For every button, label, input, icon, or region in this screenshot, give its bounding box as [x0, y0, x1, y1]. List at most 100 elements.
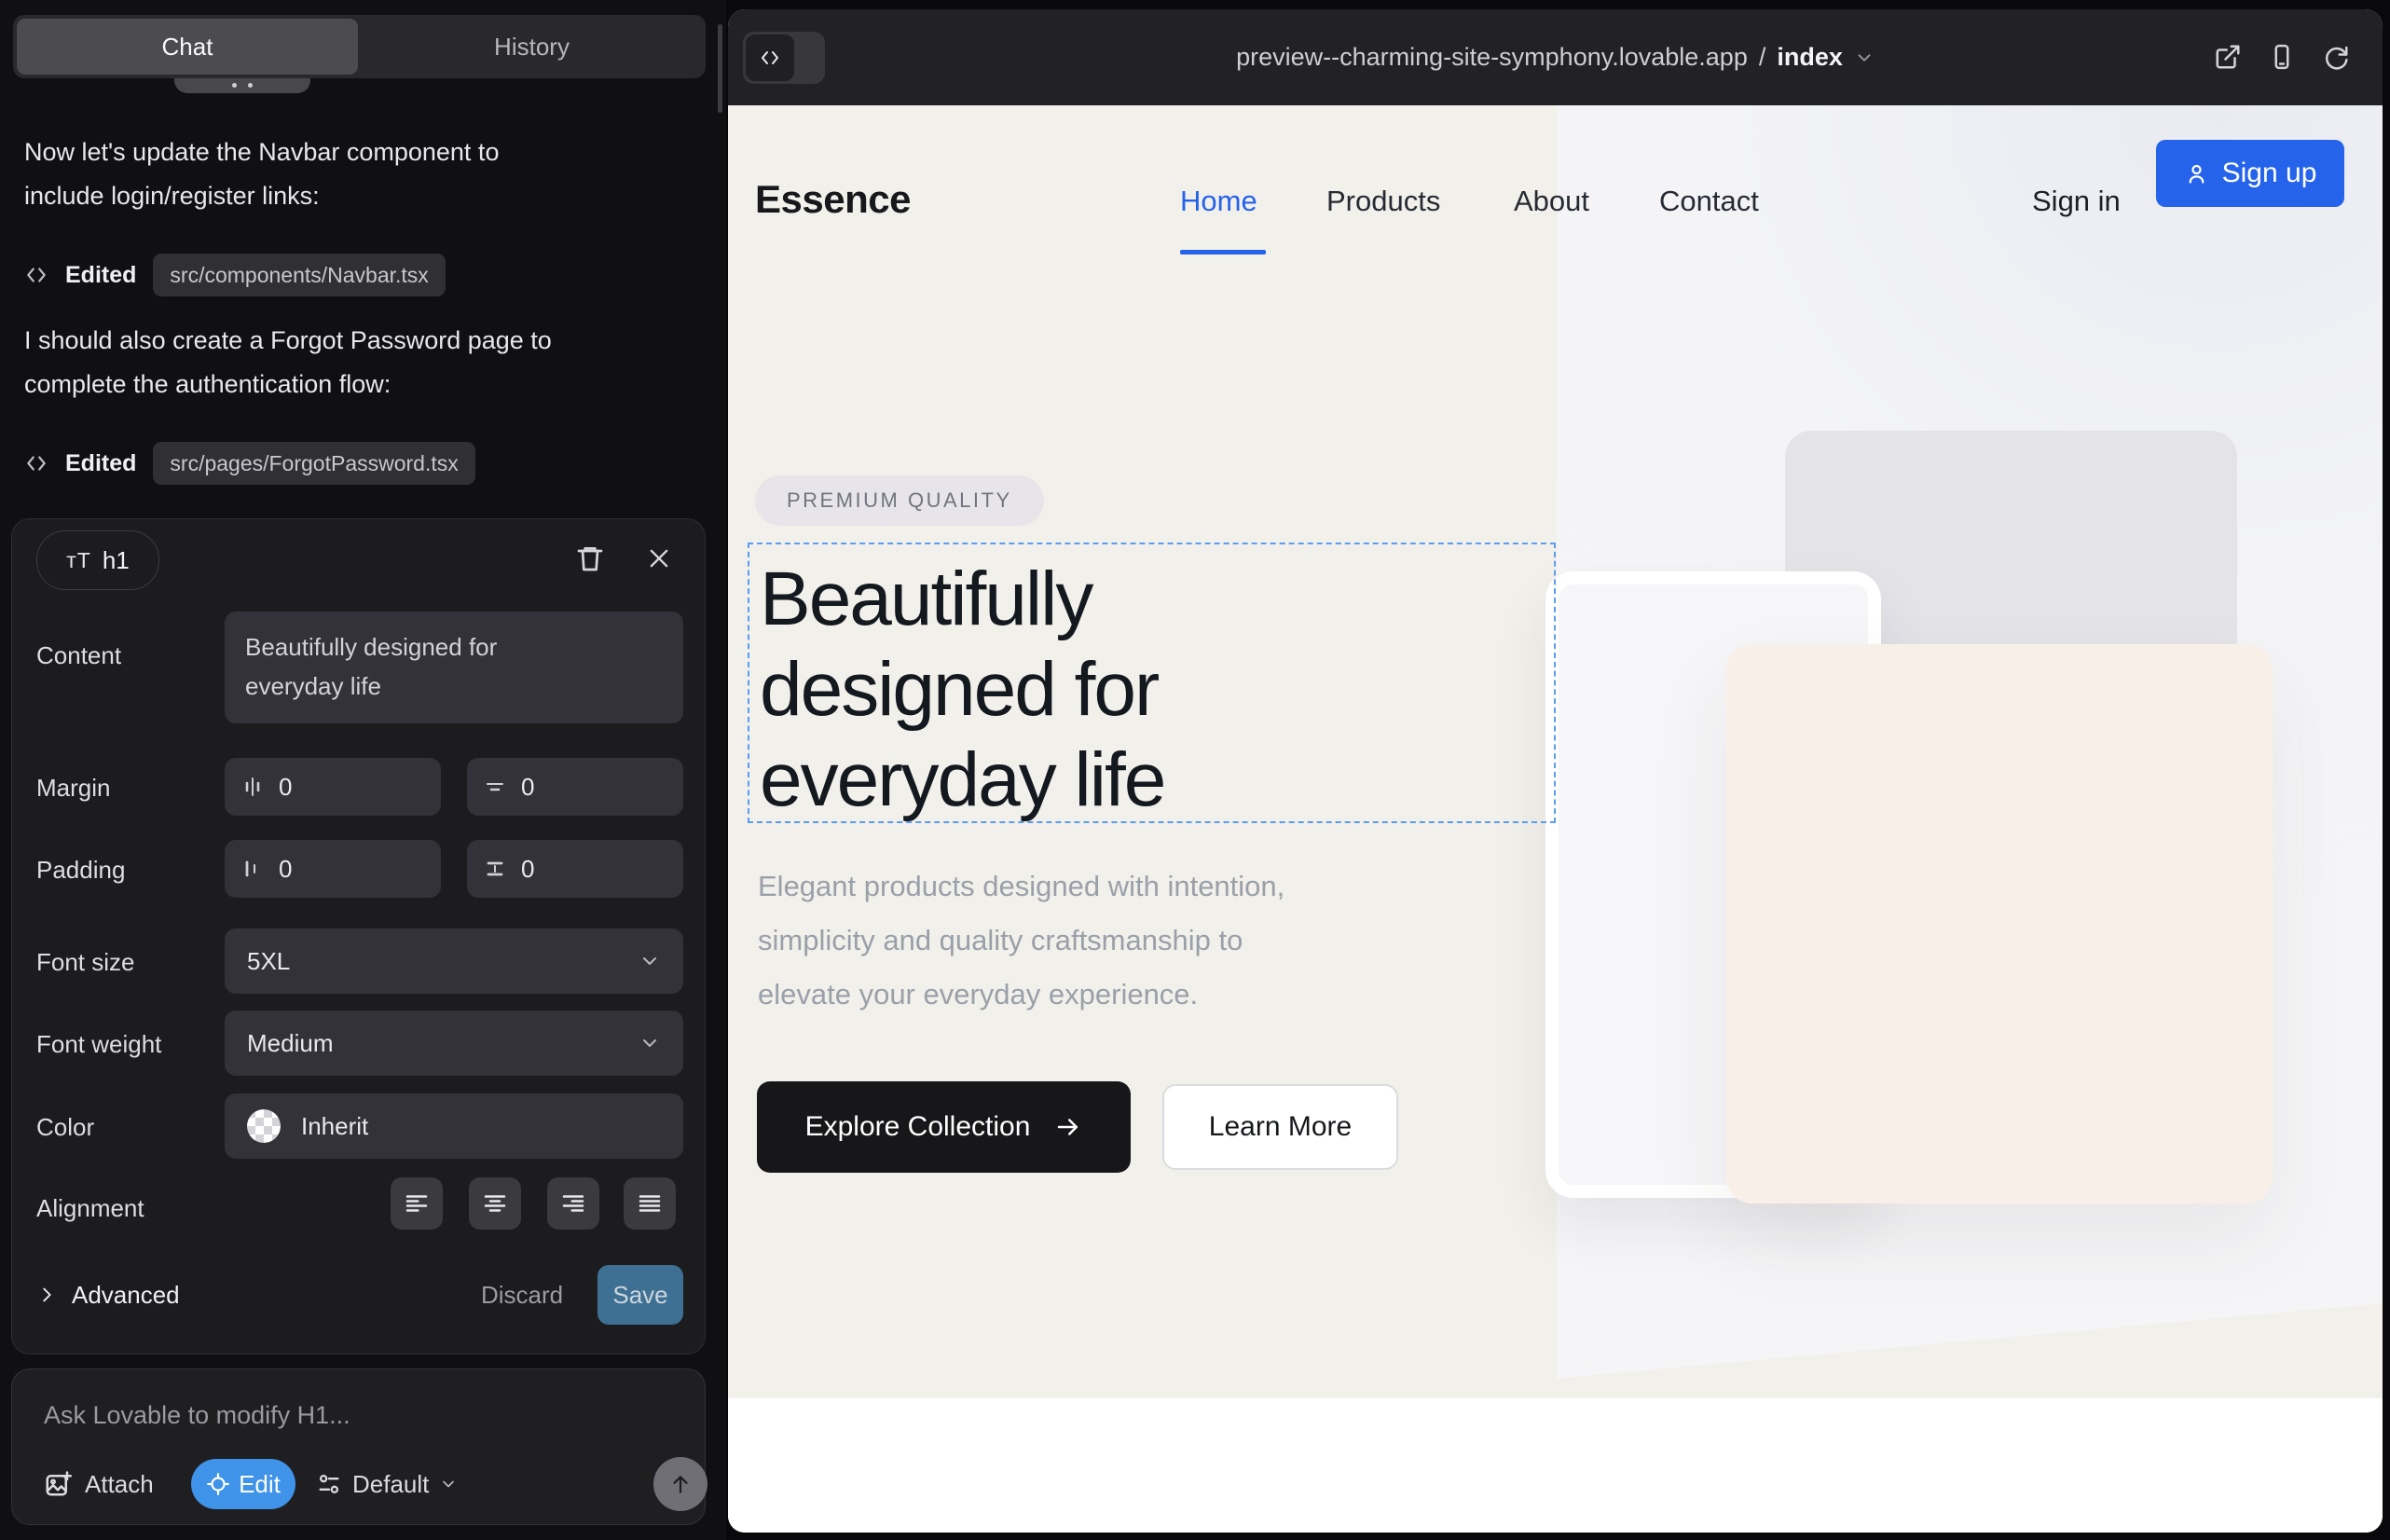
edited-file-row: Edited src/pages/ForgotPassword.tsx — [24, 442, 475, 485]
advanced-label: Advanced — [72, 1281, 180, 1310]
edited-file-chip[interactable]: src/pages/ForgotPassword.tsx — [153, 442, 474, 485]
hero-badge: PREMIUM QUALITY — [755, 475, 1044, 526]
refresh-icon — [2322, 43, 2350, 71]
sign-up-button[interactable]: Sign up — [2156, 140, 2344, 207]
margin-y-value: 0 — [521, 773, 534, 802]
app-root: Chat History Now let's update the Navbar… — [0, 0, 2390, 1540]
site-logo[interactable]: Essence — [755, 177, 911, 222]
open-in-new-tab-button[interactable] — [2214, 43, 2242, 71]
edited-file-chip[interactable]: src/components/Navbar.tsx — [153, 254, 445, 296]
assistant-message: Now let's update the Navbar component to… — [24, 131, 584, 218]
padding-vertical-icon — [484, 858, 506, 880]
chevron-right-icon — [36, 1285, 57, 1305]
attach-image-icon — [44, 1470, 72, 1498]
edited-label: Edited — [65, 262, 136, 289]
mobile-view-button[interactable] — [2268, 43, 2296, 71]
padding-y-value: 0 — [521, 855, 534, 884]
attach-button[interactable]: Attach — [44, 1459, 154, 1509]
code-view-toggle[interactable] — [743, 32, 825, 84]
mode-label: Default — [352, 1470, 429, 1499]
chevron-down-icon — [439, 1475, 458, 1493]
refresh-button[interactable] — [2322, 43, 2350, 71]
code-icon — [24, 263, 48, 287]
margin-horizontal-icon — [241, 776, 264, 798]
mode-select[interactable]: Default — [316, 1459, 458, 1509]
sliders-icon — [316, 1471, 342, 1497]
next-section-background — [728, 1398, 2383, 1533]
tab-chat[interactable]: Chat — [17, 19, 358, 75]
chat-history-tabbar: Chat History — [13, 15, 706, 78]
type-icon: тT — [66, 548, 91, 573]
margin-y-input[interactable]: 0 — [467, 758, 683, 816]
padding-y-input[interactable]: 0 — [467, 840, 683, 898]
nav-link-home[interactable]: Home — [1180, 185, 1257, 218]
hero-description-line: simplicity and quality craftsmanship to — [758, 914, 1284, 968]
edited-file-row: Edited src/components/Navbar.tsx — [24, 254, 446, 296]
assistant-message: I should also create a Forgot Password p… — [24, 319, 584, 406]
url-separator: / — [1759, 43, 1766, 72]
edit-label: Edit — [239, 1470, 281, 1499]
color-select[interactable]: Inherit — [225, 1093, 683, 1159]
margin-vertical-icon — [484, 776, 506, 798]
margin-label: Margin — [36, 774, 110, 803]
font-weight-label: Font weight — [36, 1030, 161, 1059]
font-size-select[interactable]: 5XL — [225, 928, 683, 994]
chat-panel: Chat History Now let's update the Navbar… — [0, 0, 726, 1540]
padding-label: Padding — [36, 856, 125, 885]
font-weight-select[interactable]: Medium — [225, 1011, 683, 1076]
edited-label: Edited — [65, 450, 136, 477]
align-center-button[interactable] — [469, 1177, 521, 1230]
element-tag: h1 — [103, 546, 130, 575]
content-label: Content — [36, 641, 121, 670]
padding-x-input[interactable]: 0 — [225, 840, 441, 898]
color-label: Color — [36, 1113, 94, 1142]
nav-link-about[interactable]: About — [1514, 185, 1589, 218]
selected-element-chip[interactable]: тT h1 — [36, 530, 159, 590]
url-host: preview--charming-site-symphony.lovable.… — [1236, 43, 1748, 72]
tab-history-label: History — [494, 33, 570, 62]
nav-link-products[interactable]: Products — [1326, 185, 1440, 218]
composer-input[interactable]: Ask Lovable to modify H1... — [44, 1401, 350, 1430]
element-editor-panel: тT h1 Content Beautifully designed for e… — [11, 518, 706, 1354]
send-button[interactable] — [653, 1457, 707, 1511]
close-panel-button[interactable] — [640, 540, 678, 577]
discard-button[interactable]: Discard — [481, 1265, 563, 1325]
sign-up-label: Sign up — [2222, 158, 2317, 189]
chat-scrollbar[interactable] — [718, 24, 722, 113]
padding-horizontal-icon — [241, 858, 264, 880]
color-value: Inherit — [301, 1112, 368, 1141]
font-size-value: 5XL — [247, 947, 290, 976]
color-swatch — [247, 1109, 281, 1143]
margin-x-value: 0 — [279, 773, 292, 802]
target-icon — [206, 1472, 230, 1496]
external-link-icon — [2214, 43, 2242, 71]
margin-x-input[interactable]: 0 — [225, 758, 441, 816]
align-left-button[interactable] — [391, 1177, 443, 1230]
tab-chat-label: Chat — [162, 33, 213, 62]
edit-mode-button[interactable]: Edit — [191, 1459, 295, 1509]
align-justify-button[interactable] — [624, 1177, 676, 1230]
dot — [232, 83, 237, 88]
explore-collection-button[interactable]: Explore Collection — [757, 1081, 1131, 1173]
content-input[interactable]: Beautifully designed for everyday life — [225, 612, 683, 723]
hero-description: Elegant products designed with intention… — [758, 859, 1284, 1022]
chevron-down-icon — [1854, 48, 1875, 68]
sign-in-link[interactable]: Sign in — [2032, 185, 2121, 218]
attach-label: Attach — [85, 1470, 154, 1499]
url-bar[interactable]: preview--charming-site-symphony.lovable.… — [728, 9, 2383, 105]
browser-chrome: preview--charming-site-symphony.lovable.… — [728, 9, 2383, 105]
user-icon — [2184, 161, 2209, 186]
save-button[interactable]: Save — [598, 1265, 683, 1325]
align-right-button[interactable] — [547, 1177, 599, 1230]
delete-element-button[interactable] — [570, 538, 611, 579]
tab-history[interactable]: History — [358, 15, 706, 78]
advanced-toggle[interactable]: Advanced — [36, 1265, 180, 1325]
hero-title[interactable]: Beautifully designed for everyday life — [760, 554, 1164, 825]
learn-more-button[interactable]: Learn More — [1162, 1084, 1398, 1170]
nav-link-contact[interactable]: Contact — [1659, 185, 1759, 218]
chevron-down-icon — [639, 1032, 661, 1054]
code-icon — [746, 34, 794, 81]
product-card-cream — [1726, 644, 2273, 1203]
composer: Ask Lovable to modify H1... Attach — [11, 1368, 706, 1525]
arrow-right-icon — [1054, 1113, 1082, 1141]
